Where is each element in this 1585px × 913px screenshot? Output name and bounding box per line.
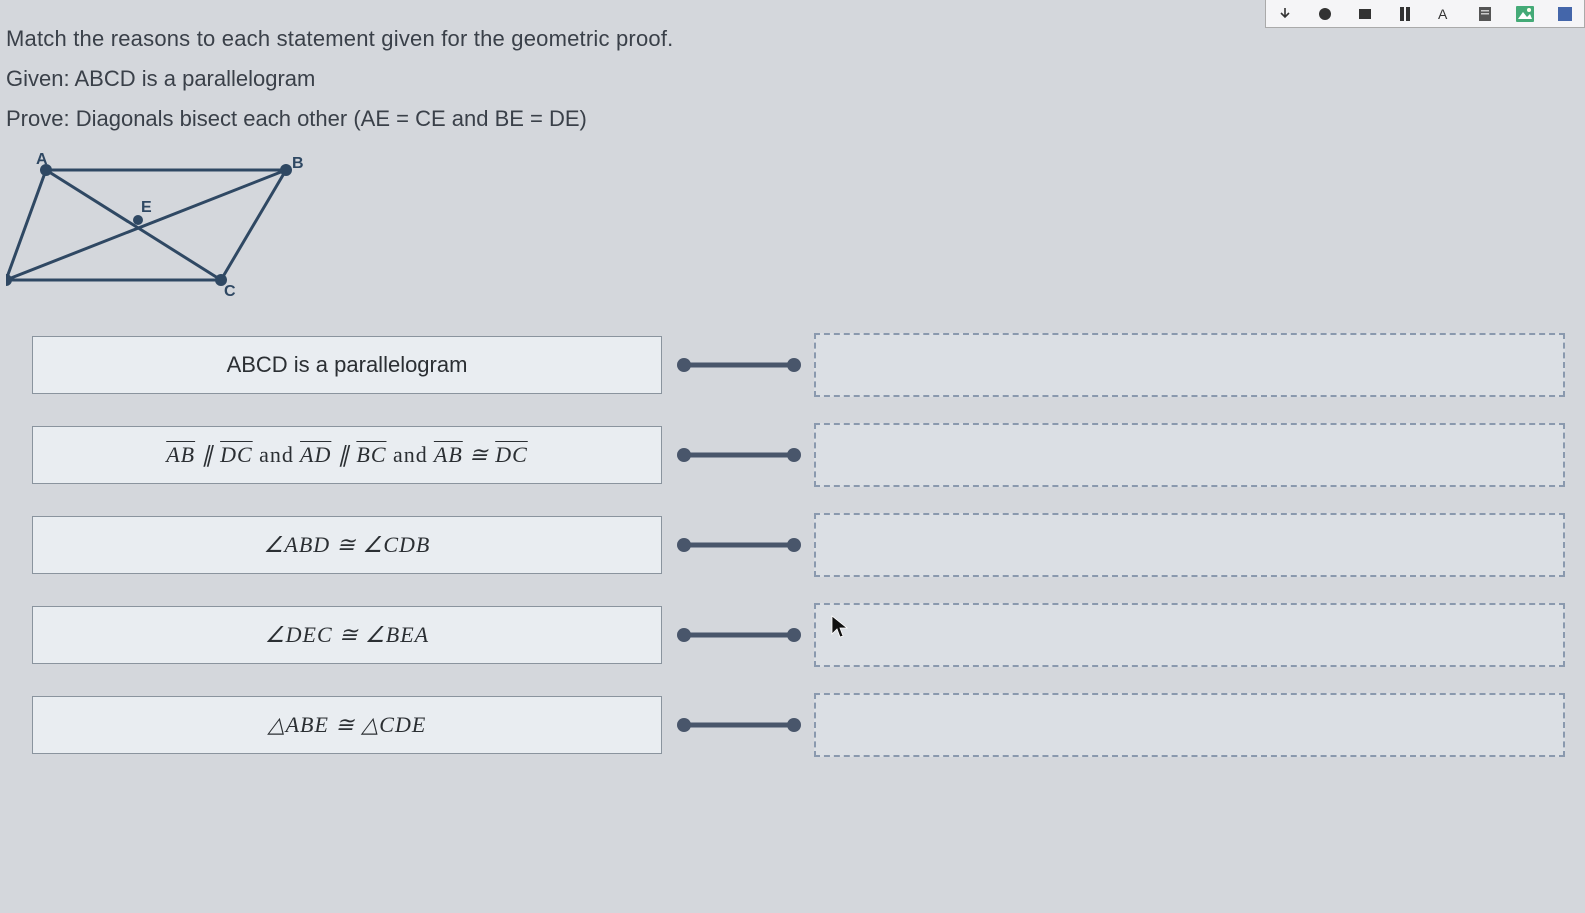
text-a-icon[interactable]: A	[1434, 3, 1456, 25]
prove-line: Prove: Diagonals bisect each other (AE =…	[6, 106, 1575, 132]
cursor-icon	[830, 614, 850, 645]
given-label: Given:	[6, 66, 70, 91]
prove-text: Diagonals bisect each other (AE = CE and…	[76, 106, 587, 131]
connector[interactable]	[674, 451, 804, 459]
reason-dropzone[interactable]	[814, 333, 1565, 397]
help-icon[interactable]	[1554, 3, 1576, 25]
vertex-b-label: B	[292, 155, 304, 172]
connector[interactable]	[674, 541, 804, 549]
vertex-a-label: A	[36, 151, 48, 168]
reason-dropzone[interactable]	[814, 423, 1565, 487]
match-row: ∠DEC ≅ ∠BEA	[32, 603, 1565, 667]
rect-icon[interactable]	[1354, 3, 1376, 25]
statement-box[interactable]: ∠DEC ≅ ∠BEA	[32, 606, 662, 664]
given-line: Given: ABCD is a parallelogram	[6, 66, 1575, 92]
floating-toolbar: A	[1265, 0, 1585, 28]
match-row: ∠ABD ≅ ∠CDB	[32, 513, 1565, 577]
connector[interactable]	[674, 721, 804, 729]
instruction-text: Match the reasons to each statement give…	[6, 26, 1575, 52]
down-arrow-icon[interactable]	[1274, 3, 1296, 25]
image-icon[interactable]	[1514, 3, 1536, 25]
line-icon[interactable]	[1394, 3, 1416, 25]
vertex-e-label: E	[141, 199, 152, 216]
reason-dropzone[interactable]	[814, 693, 1565, 757]
reason-dropzone[interactable]	[814, 513, 1565, 577]
question-content: Match the reasons to each statement give…	[0, 0, 1585, 757]
shape-icon[interactable]	[1314, 3, 1336, 25]
prove-label: Prove:	[6, 106, 70, 131]
match-rows: ABCD is a parallelogram AB ∥ DC and AD ∥ …	[6, 333, 1575, 757]
document-icon[interactable]	[1474, 3, 1496, 25]
given-text: ABCD is a parallelogram	[75, 66, 316, 91]
connector[interactable]	[674, 631, 804, 639]
reason-dropzone[interactable]	[814, 603, 1565, 667]
match-row: AB ∥ DC and AD ∥ BC and AB ≅ DC	[32, 423, 1565, 487]
statement-box[interactable]: △ABE ≅ △CDE	[32, 696, 662, 754]
match-row: △ABE ≅ △CDE	[32, 693, 1565, 757]
statement-box[interactable]: ABCD is a parallelogram	[32, 336, 662, 394]
svg-text:A: A	[1438, 6, 1448, 22]
connector[interactable]	[674, 361, 804, 369]
match-row: ABCD is a parallelogram	[32, 333, 1565, 397]
parallelogram-figure: A B C E	[6, 150, 1575, 305]
statement-box[interactable]: AB ∥ DC and AD ∥ BC and AB ≅ DC	[32, 426, 662, 484]
statement-box[interactable]: ∠ABD ≅ ∠CDB	[32, 516, 662, 574]
vertex-c-label: C	[224, 283, 236, 300]
